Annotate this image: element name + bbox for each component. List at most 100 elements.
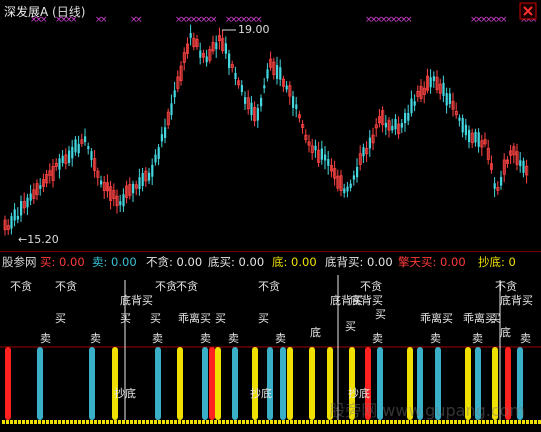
dot xyxy=(86,420,89,424)
candle-body xyxy=(100,180,103,185)
candle-body xyxy=(215,42,218,50)
candle-body xyxy=(413,101,416,106)
close-icon[interactable] xyxy=(519,2,537,20)
candle-body xyxy=(263,85,266,89)
dot xyxy=(42,420,45,424)
label-buy: 买 xyxy=(120,312,131,325)
candle-body xyxy=(228,53,231,68)
candle-body xyxy=(71,146,74,159)
candle-body xyxy=(519,160,522,167)
candle-body xyxy=(448,93,451,104)
label-buy: 买 xyxy=(258,312,269,325)
dot xyxy=(254,420,257,424)
candle-body xyxy=(240,85,243,92)
dot xyxy=(70,420,73,424)
indicator-status-row: 股参网 买: 0.00 卖: 0.00 不贪: 0.00 底买: 0.00 底: 0.00… xyxy=(0,252,541,270)
candle-body xyxy=(119,201,122,206)
dot xyxy=(230,420,233,424)
candle-body xyxy=(68,150,71,164)
dot xyxy=(226,420,229,424)
candlestick-chart[interactable]: × × × × × × × × × × × × × × × × × × × × × × × × × × × × × × × × × × × × × × × ×… xyxy=(0,0,541,250)
dot xyxy=(110,420,113,424)
label-guaili_buy: 乖离买 xyxy=(178,311,211,325)
candle-body xyxy=(432,76,435,82)
marker-x: × xyxy=(500,15,508,25)
dot xyxy=(174,420,177,424)
dot xyxy=(250,420,253,424)
status-qtm: 擎天买: 0.00 xyxy=(398,255,466,269)
candle-body xyxy=(407,112,410,121)
candle-body xyxy=(327,158,330,166)
dot xyxy=(74,420,77,424)
candle-body xyxy=(87,146,90,150)
dot xyxy=(142,420,145,424)
label-nogreed: 不贪 xyxy=(360,279,382,293)
label-bottom_div_buy: 底背买 xyxy=(500,293,533,307)
candle-body xyxy=(250,102,253,116)
dot xyxy=(22,420,25,424)
candle-body xyxy=(164,127,167,138)
dot xyxy=(134,420,137,424)
label-buy: 买 xyxy=(55,312,66,325)
candle-body xyxy=(292,96,295,108)
label-sell: 卖 xyxy=(430,332,441,345)
candle-body xyxy=(410,98,413,114)
dot xyxy=(166,420,169,424)
candle-body xyxy=(279,67,282,80)
candle-body xyxy=(442,82,445,96)
candle-body xyxy=(349,183,352,188)
candle-body xyxy=(445,93,448,106)
candle-body xyxy=(13,209,16,221)
dot xyxy=(30,420,33,424)
label-buy: 买 xyxy=(345,320,356,333)
label-sell: 卖 xyxy=(275,332,286,345)
label-chaodi: 抄底 xyxy=(114,386,136,400)
candle-body xyxy=(224,43,227,54)
signal-bar xyxy=(89,347,95,420)
candle-body xyxy=(39,185,42,189)
candle-body xyxy=(157,147,160,159)
dot xyxy=(298,420,301,424)
dot xyxy=(38,420,41,424)
dot xyxy=(182,420,185,424)
dot xyxy=(526,420,529,424)
label-bottom_div_buy: 底背买 xyxy=(120,293,153,307)
dot xyxy=(58,420,61,424)
signal-bar xyxy=(112,347,118,420)
signal-bar xyxy=(37,347,43,420)
candle-body xyxy=(170,103,173,116)
candle-body xyxy=(138,177,141,190)
candle-body xyxy=(148,172,151,181)
label-buy: 买 xyxy=(215,312,226,325)
candle-body xyxy=(16,215,19,220)
label-sell: 卖 xyxy=(372,332,383,345)
dot xyxy=(158,420,161,424)
low-price-label: ←15.20 xyxy=(18,233,59,246)
dot xyxy=(286,420,289,424)
candle-body xyxy=(461,118,464,133)
dot xyxy=(50,420,53,424)
dot xyxy=(190,420,193,424)
dot xyxy=(90,420,93,424)
dot xyxy=(266,420,269,424)
candle-body xyxy=(205,56,208,63)
dot xyxy=(186,420,189,424)
candle-body xyxy=(324,154,327,161)
candle-body xyxy=(384,122,387,128)
dot xyxy=(114,420,117,424)
candle-body xyxy=(90,151,93,160)
signal-bar xyxy=(252,347,258,420)
candles xyxy=(3,24,529,236)
label-buy: 买 xyxy=(150,312,161,325)
period-label: (日线) xyxy=(52,5,86,19)
candle-body xyxy=(189,33,192,38)
signal-bar xyxy=(209,347,215,420)
dot xyxy=(290,420,293,424)
dot xyxy=(54,420,57,424)
candle-body xyxy=(468,129,471,143)
candle-body xyxy=(400,123,403,128)
candle-body xyxy=(173,90,176,98)
candle-body xyxy=(29,193,32,201)
dot xyxy=(198,420,201,424)
dot xyxy=(122,420,125,424)
